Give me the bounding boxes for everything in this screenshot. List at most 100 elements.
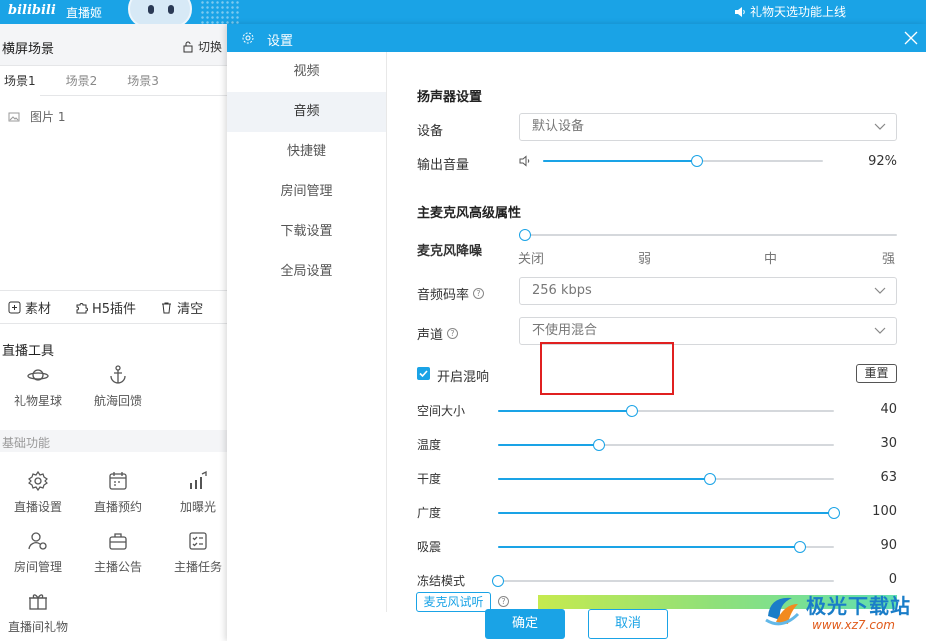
reverb-checkbox[interactable] [417, 367, 430, 380]
reverb-label[interactable]: 开启混响 [437, 366, 489, 385]
room-size-slider[interactable] [498, 405, 834, 417]
slider-knob[interactable] [592, 439, 605, 451]
announcement[interactable]: 礼物天选功能上线 [734, 3, 846, 20]
scene-title: 横屏场景 [2, 42, 55, 57]
channel-value: 不使用混合 [532, 323, 598, 338]
announcement-text: 礼物天选功能上线 [749, 5, 846, 19]
checkmark-icon [419, 370, 428, 378]
tool-label: 加曝光 [179, 500, 216, 514]
bar-chart-icon [190, 470, 207, 489]
reverb-label-freeze-mode: 冻结模式 [417, 574, 466, 588]
channel-select[interactable]: 不使用混合 [519, 317, 897, 345]
source-item[interactable]: 图片 1 [8, 108, 65, 125]
width-slider[interactable] [498, 507, 840, 519]
cancel-button[interactable]: 取消 [588, 609, 668, 639]
slider-knob[interactable] [794, 541, 807, 553]
tool-live-settings[interactable]: 直播设置 [0, 470, 78, 515]
tool-label: 直播预约 [93, 500, 142, 514]
tab-scene-2[interactable]: 场景2 [62, 66, 102, 96]
chevron-down-icon [874, 327, 886, 334]
slider-knob[interactable] [626, 405, 639, 417]
slider-fill [498, 512, 834, 514]
tool-host-tasks[interactable]: 主播任务 [158, 530, 238, 575]
h5-plugin-label: H5插件 [92, 301, 137, 317]
freeze-mode-value: 0 [888, 572, 897, 587]
switch-scene-label: 切换 [198, 40, 223, 54]
mic-section-title: 主麦克风高级属性 [417, 206, 522, 221]
settings-dialog: 设置 视频 音频 快捷键 房间管理 下载设置 全局设置 扬声器设置 设备 默认设… [227, 24, 926, 641]
output-volume-knob[interactable] [691, 155, 703, 167]
reverb-label-dryness: 干度 [417, 472, 442, 486]
speaker-icon [734, 6, 745, 17]
tool-host-announcement[interactable]: 主播公告 [78, 530, 158, 575]
image-icon [8, 112, 20, 121]
tool-label: 主播公告 [93, 560, 142, 574]
nav-download-settings[interactable]: 下载设置 [227, 212, 386, 252]
tool-label: 航海回馈 [93, 394, 142, 408]
tool-label: 主播任务 [173, 560, 222, 574]
slider-knob[interactable] [828, 507, 840, 519]
slider-fill [498, 444, 599, 446]
confirm-button[interactable]: 确定 [485, 609, 565, 639]
tool-live-reservation[interactable]: 直播预约 [78, 470, 158, 515]
slider-knob[interactable] [703, 473, 716, 485]
noise-tick-medium: 中 [764, 252, 778, 267]
planet-icon [27, 369, 49, 381]
nav-hotkeys[interactable]: 快捷键 [227, 132, 386, 172]
app-name: 直播姬 [66, 6, 103, 20]
nav-video[interactable]: 视频 [227, 52, 386, 92]
tool-boost-exposure[interactable]: 加曝光 [158, 470, 238, 515]
device-select[interactable]: 默认设备 [519, 113, 897, 141]
scene-header: 横屏场景 切换 [0, 24, 230, 66]
gift-icon [29, 594, 47, 610]
tool-room-gifts[interactable]: 直播间礼物 [0, 590, 78, 635]
volume-icon[interactable] [519, 155, 531, 167]
source-item-label: 图片 1 [30, 110, 66, 124]
channel-label-text: 声道 [417, 328, 444, 343]
slider-fill [498, 410, 633, 412]
noise-reduction-knob[interactable] [519, 229, 531, 241]
add-material-label: 素材 [25, 301, 52, 317]
temperature-slider[interactable] [498, 439, 834, 451]
bitrate-select[interactable]: 256 kbps [519, 277, 897, 305]
reverb-label-room-size: 空间大小 [417, 404, 466, 418]
chevron-down-icon [874, 287, 886, 294]
reset-button[interactable]: 重置 [856, 364, 897, 383]
checklist-icon [189, 532, 207, 550]
output-volume-fill [543, 160, 697, 162]
freeze-mode-slider[interactable] [492, 575, 834, 587]
channel-label: 声道 ? [417, 324, 459, 343]
clear-button[interactable]: 清空 [152, 298, 203, 317]
tool-voyage-reward[interactable]: 航海回馈 [78, 364, 158, 409]
tool-label: 直播设置 [13, 500, 62, 514]
nav-global-settings[interactable]: 全局设置 [227, 252, 386, 292]
tool-gift-planet[interactable]: 礼物星球 [0, 364, 78, 409]
help-icon[interactable]: ? [447, 328, 459, 339]
add-material-button[interactable]: 素材 [0, 298, 51, 317]
settings-nav: 视频 音频 快捷键 房间管理 下载设置 全局设置 [227, 52, 387, 612]
tab-scene-1[interactable]: 场景1 [0, 66, 40, 96]
noise-reduction-slider[interactable] [519, 229, 897, 241]
watermark: 极光下载站 www.xz7.com [762, 586, 922, 636]
noise-reduction-label: 麦克风降噪 [417, 244, 483, 259]
nav-audio[interactable]: 音频 [227, 92, 386, 132]
slider-fill [498, 478, 710, 480]
dryness-slider[interactable] [498, 473, 834, 485]
bitrate-label-text: 音频码率 [417, 288, 470, 303]
switch-scene-button[interactable]: 切换 [182, 38, 222, 55]
damping-slider[interactable] [498, 541, 834, 553]
tool-room-management[interactable]: 房间管理 [0, 530, 78, 575]
h5-plugin-button[interactable]: H5插件 [67, 298, 136, 317]
help-icon[interactable]: ? [473, 288, 485, 299]
tab-scene-3[interactable]: 场景3 [123, 66, 163, 96]
output-volume-slider[interactable] [543, 155, 823, 167]
nav-room-management[interactable]: 房间管理 [227, 172, 386, 212]
noise-tick-off: 关闭 [518, 252, 545, 267]
reverb-label-damping: 吸震 [417, 540, 442, 554]
output-volume-value: 92% [868, 154, 897, 169]
decor-dots [200, 0, 240, 24]
close-icon[interactable] [904, 31, 918, 45]
slider-knob[interactable] [492, 575, 504, 587]
output-volume-label: 输出音量 [417, 158, 470, 173]
clear-label: 清空 [177, 301, 204, 317]
